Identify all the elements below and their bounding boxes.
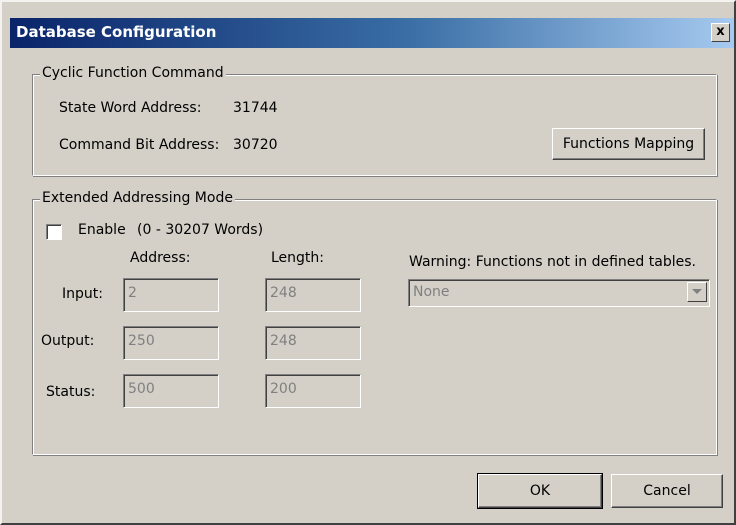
status-length-field[interactable]: 200 [265, 374, 361, 408]
state-word-address-label: State Word Address: [59, 100, 202, 116]
status-row-label: Status: [46, 384, 96, 400]
dropdown-arrow-button[interactable] [687, 282, 707, 302]
warning-label: Warning: Functions not in defined tables… [409, 254, 696, 270]
status-address-field[interactable]: 500 [123, 374, 219, 408]
warning-select-value: None [413, 284, 450, 300]
close-button[interactable]: x [711, 23, 730, 42]
ok-button-label: OK [529, 483, 551, 499]
command-bit-address-value: 30720 [233, 137, 278, 153]
extended-addressing-mode-group: Extended Addressing Mode Enable (0 - 302… [32, 190, 717, 455]
command-bit-address-label: Command Bit Address: [59, 137, 220, 153]
cyclic-function-command-legend: Cyclic Function Command [40, 65, 226, 81]
cyclic-function-command-group: Cyclic Function Command State Word Addre… [32, 65, 717, 176]
enable-label[interactable]: Enable [78, 222, 126, 238]
cancel-button-label: Cancel [643, 483, 691, 499]
address-column-header: Address: [130, 250, 191, 266]
close-icon: x [716, 24, 725, 39]
state-word-address-value: 31744 [233, 100, 278, 116]
warning-functions-select[interactable]: None [408, 279, 710, 307]
ok-button[interactable]: OK [477, 473, 603, 509]
enable-range-label: (0 - 30207 Words) [137, 222, 264, 238]
output-address-field[interactable]: 250 [123, 326, 219, 360]
input-row-label: Input: [62, 286, 103, 302]
enable-checkbox[interactable] [46, 224, 62, 240]
cancel-button[interactable]: Cancel [611, 474, 723, 508]
database-configuration-dialog: Database Configuration x Cyclic Function… [0, 0, 736, 525]
extended-addressing-mode-legend: Extended Addressing Mode [40, 190, 235, 206]
functions-mapping-label: Functions Mapping [562, 136, 695, 152]
output-length-field[interactable]: 248 [265, 326, 361, 360]
functions-mapping-button[interactable]: Functions Mapping [552, 128, 705, 160]
length-column-header: Length: [271, 250, 325, 266]
title-bar[interactable]: Database Configuration x [10, 18, 734, 48]
output-row-label: Output: [41, 333, 95, 349]
input-address-field[interactable]: 2 [123, 278, 219, 312]
dialog-title: Database Configuration [16, 23, 217, 41]
input-length-field[interactable]: 248 [265, 278, 361, 312]
chevron-down-icon [692, 289, 702, 294]
